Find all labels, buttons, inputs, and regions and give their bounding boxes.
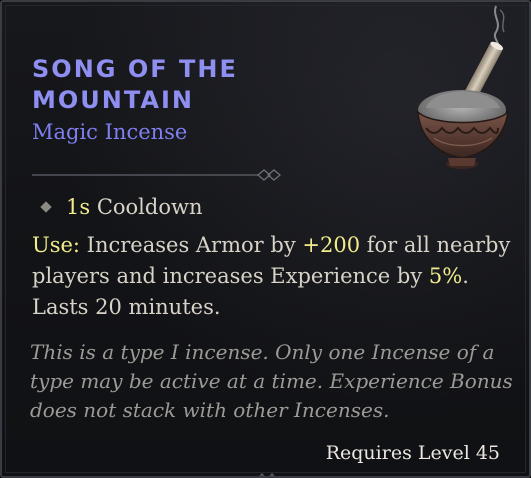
cooldown-line: 1s Cooldown [40, 192, 203, 222]
item-title-line-1: Song of the [32, 55, 238, 83]
item-title: Song of the Mountain [32, 54, 332, 116]
use-effect: Use: Increases Armor by +200 for all nea… [32, 230, 522, 323]
required-level: Requires Level 45 [325, 442, 500, 464]
use-label: Use: [32, 233, 80, 257]
divider [32, 169, 282, 181]
item-type: Magic Incense [32, 120, 188, 144]
incense-bowl-icon [417, 5, 510, 169]
cooldown-value: 1s [66, 195, 91, 219]
cooldown-label: Cooldown [96, 195, 203, 219]
use-text-1: Increases Armor by [86, 233, 296, 257]
item-title-line-2: Mountain [32, 86, 194, 114]
flavor-text: This is a type I incense. Only one Incen… [30, 340, 513, 422]
armor-value: +200 [302, 233, 361, 257]
item-tooltip: Song of the Mountain Magic Incense [0, 0, 531, 478]
bottom-ornament [259, 472, 275, 476]
diamond-bullet-icon [40, 200, 52, 213]
experience-value: 5% [428, 264, 463, 288]
